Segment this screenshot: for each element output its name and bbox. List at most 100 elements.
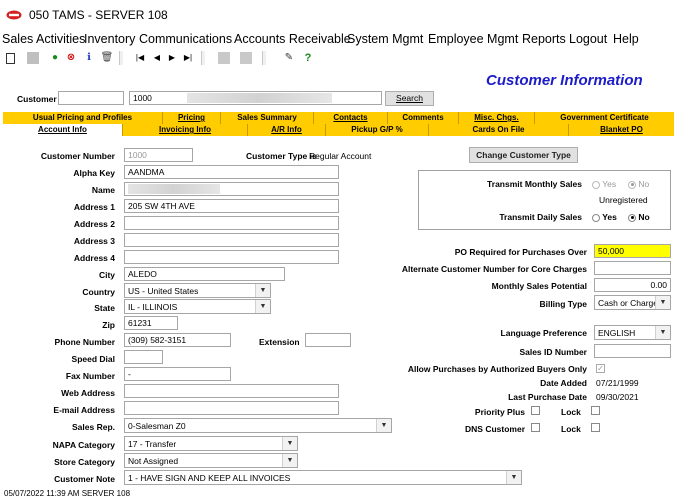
- menu-system-mgmt[interactable]: System Mgmt: [347, 32, 423, 46]
- priority-plus-checkbox[interactable]: [531, 406, 540, 415]
- menu-accounts-receivable[interactable]: Accounts Receivable: [234, 32, 351, 46]
- email-input[interactable]: [124, 401, 339, 415]
- monthly-potential-input[interactable]: 0.00: [594, 278, 671, 292]
- transmit-monthly-yes[interactable]: Yes: [592, 179, 616, 189]
- tab-blanket-po[interactable]: Blanket PO: [569, 124, 674, 136]
- extension-input[interactable]: [305, 333, 351, 347]
- tab-account-info[interactable]: Account Info: [3, 124, 123, 136]
- stop-icon[interactable]: ⊗: [64, 51, 78, 65]
- tab-usual-pricing[interactable]: Usual Pricing and Profiles: [3, 112, 163, 124]
- sales-id-label: Sales ID Number: [519, 347, 587, 357]
- tab-pickup-gp[interactable]: Pickup G/P %: [326, 124, 429, 136]
- tab-sales-summary[interactable]: Sales Summary: [221, 112, 314, 124]
- delete-icon[interactable]: 🗑: [100, 51, 114, 65]
- chevron-down-icon[interactable]: ▼: [655, 326, 670, 339]
- menu-help[interactable]: Help: [613, 32, 639, 46]
- chevron-down-icon[interactable]: ▼: [255, 300, 270, 313]
- chevron-down-icon[interactable]: ▼: [376, 419, 391, 432]
- city-input[interactable]: ALEDO: [124, 267, 285, 281]
- change-customer-type-button[interactable]: Change Customer Type: [469, 147, 578, 163]
- tab-row-top: Usual Pricing and Profiles Pricing Sales…: [3, 112, 674, 124]
- yes-label: Yes: [602, 179, 617, 189]
- tab-pricing[interactable]: Pricing: [163, 112, 221, 124]
- new-document-icon[interactable]: [6, 53, 15, 64]
- tab-row-bottom: Account Info Invoicing Info A/R Info Pic…: [3, 124, 674, 136]
- window-title: 050 TAMS - SERVER 108: [29, 8, 168, 22]
- customer-note-value: 1 - HAVE SIGN AND KEEP ALL INVOICES: [128, 473, 291, 483]
- status-bar: 05/07/2022 11:39 AM SERVER 108: [4, 489, 131, 498]
- sales-rep-select[interactable]: 0-Salesman Z0 ▼: [124, 418, 392, 433]
- next-record-icon[interactable]: ▶: [165, 51, 179, 65]
- zip-input[interactable]: 61231: [124, 316, 178, 330]
- sales-rep-value: 0-Salesman Z0: [128, 421, 186, 431]
- dns-customer-checkbox[interactable]: [531, 423, 540, 432]
- tab-invoicing-info[interactable]: Invoicing Info: [123, 124, 248, 136]
- chevron-down-icon[interactable]: ▼: [282, 437, 297, 450]
- tab-misc-charges[interactable]: Misc. Chgs.: [459, 112, 535, 124]
- chevron-down-icon[interactable]: ▼: [506, 471, 521, 484]
- transmit-daily-yes[interactable]: Yes: [592, 212, 617, 222]
- address3-input[interactable]: [124, 233, 339, 247]
- tab-ar-info[interactable]: A/R Info: [248, 124, 326, 136]
- tab-cards-on-file[interactable]: Cards On File: [429, 124, 569, 136]
- menu-reports[interactable]: Reports: [522, 32, 566, 46]
- fax-input[interactable]: -: [124, 367, 231, 381]
- po-required-input[interactable]: 50,000: [594, 244, 671, 258]
- first-record-icon[interactable]: |◀: [133, 51, 147, 65]
- alpha-key-value: AANDMA: [128, 167, 165, 177]
- menu-employee-mgmt[interactable]: Employee Mgmt: [428, 32, 518, 46]
- state-select[interactable]: IL - ILLINOIS ▼: [124, 299, 271, 314]
- address2-input[interactable]: [124, 216, 339, 230]
- menu-sales-activities[interactable]: Sales Activities: [2, 32, 85, 46]
- billing-type-select[interactable]: Cash or Charge ▼: [594, 295, 671, 310]
- tab-government-certificate[interactable]: Government Certificate: [535, 112, 674, 124]
- radio-icon: [628, 180, 636, 189]
- grid-icon[interactable]: [218, 52, 230, 64]
- tab-contacts[interactable]: Contacts: [314, 112, 388, 124]
- language-select[interactable]: ENGLISH ▼: [594, 325, 671, 340]
- save-icon[interactable]: [27, 52, 39, 64]
- customer-note-select[interactable]: 1 - HAVE SIGN AND KEEP ALL INVOICES ▼: [124, 470, 522, 485]
- edit-icon[interactable]: ✎: [282, 51, 296, 65]
- previous-record-icon[interactable]: ◀: [150, 51, 164, 65]
- chevron-down-icon[interactable]: ▼: [655, 296, 670, 309]
- chevron-down-icon[interactable]: ▼: [255, 284, 270, 297]
- transmit-daily-no[interactable]: No: [628, 212, 650, 222]
- help-icon[interactable]: ?: [301, 51, 315, 65]
- speed-dial-input[interactable]: [124, 350, 163, 364]
- alpha-key-input[interactable]: AANDMA: [124, 165, 339, 179]
- menu-inventory[interactable]: Inventory: [84, 32, 135, 46]
- refresh-icon[interactable]: ●: [48, 51, 62, 65]
- customer-search-input[interactable]: [58, 91, 124, 105]
- title-bar: 050 TAMS - SERVER 108: [0, 0, 675, 30]
- alt-customer-number-input[interactable]: [594, 261, 671, 275]
- authorized-buyers-checkbox[interactable]: ✓: [596, 364, 605, 373]
- address1-input[interactable]: 205 SW 4TH AVE: [124, 199, 339, 213]
- customer-note-label: Customer Note: [54, 474, 115, 484]
- store-category-select[interactable]: Not Assigned ▼: [124, 453, 298, 468]
- address4-input[interactable]: [124, 250, 339, 264]
- napa-category-select[interactable]: 17 - Transfer ▼: [124, 436, 298, 451]
- priority-lock-checkbox[interactable]: [591, 406, 600, 415]
- report-icon[interactable]: [240, 52, 252, 64]
- menu-communications[interactable]: Communications: [139, 32, 232, 46]
- tab-comments[interactable]: Comments: [388, 112, 459, 124]
- menu-logout[interactable]: Logout: [569, 32, 607, 46]
- sales-id-input[interactable]: [594, 344, 671, 358]
- napa-category-label: NAPA Category: [52, 440, 115, 450]
- address4-label: Address 4: [73, 253, 115, 263]
- web-address-input[interactable]: [124, 384, 339, 398]
- info-icon[interactable]: ℹ: [82, 51, 96, 65]
- phone-input[interactable]: (309) 582-3151: [124, 333, 231, 347]
- country-select[interactable]: US - United States ▼: [124, 283, 271, 298]
- transmit-monthly-no[interactable]: No: [628, 179, 649, 189]
- name-label: Name: [91, 185, 115, 195]
- no-label: No: [638, 212, 650, 222]
- store-category-label: Store Category: [54, 457, 115, 467]
- last-record-icon[interactable]: ▶|: [181, 51, 195, 65]
- monthly-potential-value: 0.00: [650, 280, 667, 290]
- search-button[interactable]: Search: [385, 91, 434, 106]
- city-value: ALEDO: [128, 269, 157, 279]
- dns-lock-checkbox[interactable]: [591, 423, 600, 432]
- chevron-down-icon[interactable]: ▼: [282, 454, 297, 467]
